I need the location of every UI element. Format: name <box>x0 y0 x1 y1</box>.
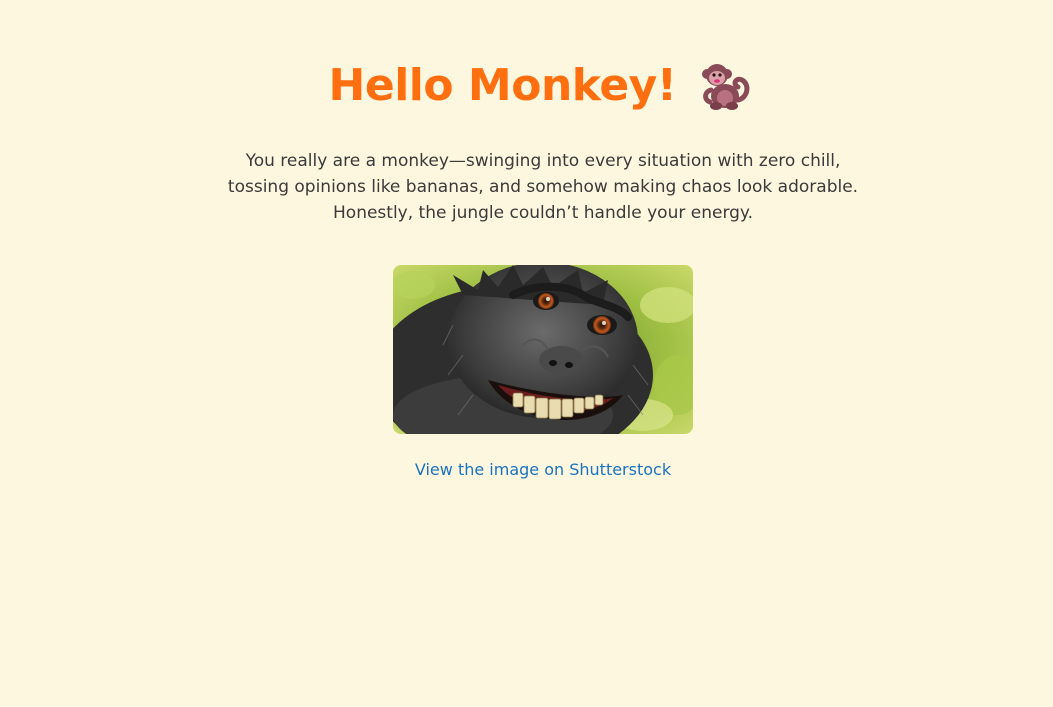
heading-row: Hello Monkey! <box>0 56 1053 116</box>
page-title: Hello Monkey! <box>328 60 677 111</box>
monkey-photo <box>393 265 693 434</box>
shutterstock-link[interactable]: View the image on Shutterstock <box>0 458 1053 482</box>
intro-paragraph: You really are a monkey—swinging into ev… <box>227 151 859 223</box>
monkey-icon <box>698 60 750 112</box>
page: Hello Monkey! You really are a monkey—sw… <box>0 0 1053 707</box>
